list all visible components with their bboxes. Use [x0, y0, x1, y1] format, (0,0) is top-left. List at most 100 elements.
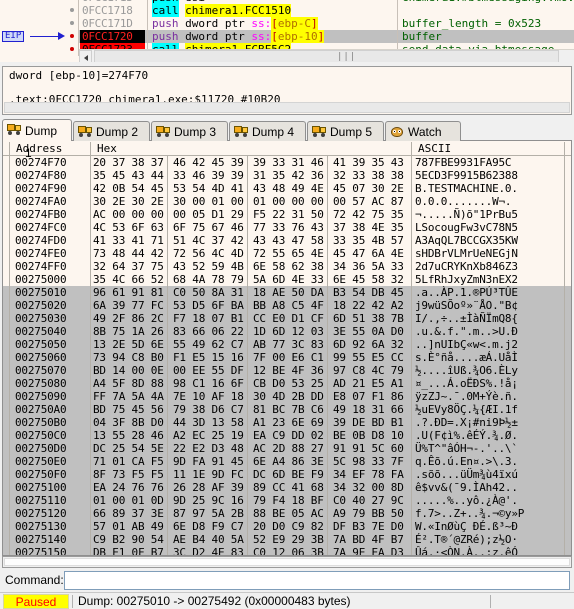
dump-hex-group[interactable]: FF 7A 5A 4A: [93, 390, 164, 403]
scrollbar-thumb[interactable]: |||: [94, 50, 559, 62]
dump-hex-group[interactable]: BE 0B D8 10: [333, 429, 404, 442]
dump-row-address[interactable]: 00275010: [15, 286, 67, 299]
dump-hex-group[interactable]: 7A BD 4F B7: [333, 533, 404, 546]
dump-hex-group[interactable]: 32 33 38 38: [333, 169, 404, 182]
dump-hex-group[interactable]: BD 75 45 56: [93, 403, 164, 416]
dump-hex-group[interactable]: 53 D5 6F BA: [173, 299, 244, 312]
dump-row[interactable]: 00274FC0 4C 53 6F 63 6F 75 67 46 77 33 76 4…: [3, 221, 571, 234]
dump-row[interactable]: 002750F0 8F 73 F5 F5 11 1E 9D FC DC 6D BE F…: [3, 468, 571, 481]
dump-ascii[interactable]: ÿzZJ~.¯.0M+Ýè.ñ.: [415, 390, 518, 403]
dump-hex-group[interactable]: 57 01 AB 49: [93, 520, 164, 533]
dump-ascii[interactable]: 2d7uCRYKnXb846Z3: [415, 260, 518, 273]
dump-row-gutter[interactable]: [3, 442, 12, 455]
dump-horizontal-scrollbar[interactable]: [2, 556, 572, 568]
dump-ascii[interactable]: ¤_...Á.oËÐS%.!å¡: [415, 377, 518, 390]
dump-row[interactable]: 002750A0 BD 75 45 56 79 38 D6 C7 81 BC 7B C…: [3, 403, 571, 416]
tab-dump-3[interactable]: Dump 3: [151, 121, 228, 141]
dump-hex-group[interactable]: DC 6D BE F9: [253, 468, 324, 481]
column-header-hex[interactable]: Hex: [93, 141, 411, 156]
dump-row-address[interactable]: 00275080: [15, 377, 67, 390]
dump-hex-group[interactable]: 18 22 42 A2: [333, 299, 404, 312]
dump-row-gutter[interactable]: [3, 546, 12, 555]
dump-hex-group[interactable]: 35 4C 66 52: [93, 273, 164, 286]
dump-pane[interactable]: Address Hex ASCII 00274F70 20 37 38 37 46 …: [2, 141, 572, 556]
dump-hex-group[interactable]: 52 E9 29 3B: [253, 533, 324, 546]
dump-hex-group[interactable]: 26 28 AF 39: [173, 481, 244, 494]
dump-hex-group[interactable]: AD 21 E5 A1: [333, 377, 404, 390]
dump-hex-group[interactable]: 45 47 6A 4E: [333, 247, 404, 260]
dump-hex-group[interactable]: 3E 55 0A D0: [333, 325, 404, 338]
dump-row[interactable]: 00274F70 20 37 38 37 46 42 45 39 39 33 31 4…: [3, 156, 571, 169]
dump-hex-group[interactable]: 20 D0 C9 82: [253, 520, 324, 533]
dump-ascii[interactable]: q.Êõ.ú.En¤.>\.3.: [415, 455, 518, 468]
dump-row[interactable]: 00275100 EA 24 76 76 26 28 AF 39 89 CC 41 6…: [3, 481, 571, 494]
dump-row[interactable]: 002750B0 04 3F 8B D0 44 3D 13 58 A1 23 6E 6…: [3, 416, 571, 429]
dump-row-gutter[interactable]: [3, 260, 12, 273]
dump-row-gutter[interactable]: [3, 494, 12, 507]
disassembly-pane[interactable]: 0FCC1713push esichimera1.#btmessaging::m…: [0, 0, 574, 62]
dump-hex-group[interactable]: 6E 58 62 38: [253, 260, 324, 273]
dump-ascii[interactable]: .....%..yô.¿À@'.: [415, 494, 518, 507]
dump-hex-group[interactable]: 81 BC 7B C6: [253, 403, 324, 416]
dump-row-gutter[interactable]: [3, 429, 12, 442]
dump-hex-group[interactable]: 6A 39 77 FC: [93, 299, 164, 312]
dump-hex-group[interactable]: 6E A4 86 3E: [253, 455, 324, 468]
instruction-address[interactable]: 0FCC171D: [80, 17, 145, 30]
dump-ascii[interactable]: ê$vv&(¯9.ÌAh42..: [415, 481, 518, 494]
dump-hex-group[interactable]: 20 37 38 37: [93, 156, 164, 169]
dump-row[interactable]: 00275000 35 4C 66 52 68 4A 78 79 5A 6D 4E 3…: [3, 273, 571, 286]
command-input[interactable]: [64, 571, 570, 590]
dump-hex-group[interactable]: 13 55 28 46: [93, 429, 164, 442]
dump-hex-group[interactable]: 6D 92 6A 32: [333, 338, 404, 351]
dump-row-gutter[interactable]: [3, 468, 12, 481]
dump-hex-group[interactable]: 72 42 75 35: [333, 208, 404, 221]
dump-hex-group[interactable]: 97 C8 4C 79: [333, 364, 404, 377]
disassembly-gutter[interactable]: [0, 43, 32, 56]
dump-row-gutter[interactable]: [3, 286, 12, 299]
dump-row-address[interactable]: 00275000: [15, 273, 67, 286]
tab-dump-1[interactable]: Dump 1: [2, 119, 72, 160]
dump-hex-group[interactable]: 89 CC 41 68: [253, 481, 324, 494]
dump-hex-group[interactable]: 9D FA 91 45: [173, 455, 244, 468]
column-header-ascii[interactable]: ASCII: [414, 141, 564, 156]
dump-row[interactable]: 00275140 C9 B2 90 54 AE B4 40 5A 52 E9 29 3…: [3, 533, 571, 546]
disassembly-row[interactable]: EIP 0FCC1720 push dword ptr ss:[ebp-10] buf…: [0, 30, 574, 43]
dump-hex-group[interactable]: A2 EC 25 19: [173, 429, 244, 442]
dump-hex-group[interactable]: 87 97 5A 2B: [173, 507, 244, 520]
instruction-comment[interactable]: buffer: [402, 30, 442, 43]
dump-ascii[interactable]: A3AqQL7BCCGX35KW: [415, 234, 518, 247]
dump-hex-group[interactable]: AC 2D 88 27: [253, 442, 324, 455]
dump-hex-group[interactable]: 31 35 42 36: [253, 169, 324, 182]
dump-hex-group[interactable]: BD 14 00 0E: [93, 364, 164, 377]
dump-hex-group[interactable]: A1 23 6E 69: [253, 416, 324, 429]
dump-row-address[interactable]: 002750E0: [15, 455, 67, 468]
dump-row[interactable]: 002750E0 71 01 CA F5 9D FA 91 45 6E A4 86 3…: [3, 455, 571, 468]
dump-hex-group[interactable]: 79 F4 18 BF: [253, 494, 324, 507]
dump-hex-group[interactable]: 55 49 62 C7: [173, 338, 244, 351]
dump-row[interactable]: 00275130 57 01 AB 49 6E D8 F9 C7 20 D0 C9 8…: [3, 520, 571, 533]
dump-row-gutter[interactable]: [3, 299, 12, 312]
tab-dump-4[interactable]: Dump 4: [229, 121, 306, 141]
dump-row-gutter[interactable]: [3, 182, 12, 195]
dump-ascii[interactable]: ..]nUIbÇ«w<.m.j2: [415, 338, 518, 351]
dump-hex-group[interactable]: 39 33 31 46: [253, 156, 324, 169]
dump-ascii[interactable]: ¬.....Ñ)õ"1PrBu5: [415, 208, 518, 221]
dump-row-gutter[interactable]: [3, 377, 12, 390]
dump-hex-group[interactable]: 1D 6D 12 03: [253, 325, 324, 338]
column-header-address[interactable]: Address: [12, 141, 90, 156]
dump-hex-group[interactable]: 37 38 4E 35: [333, 221, 404, 234]
dump-ascii[interactable]: 0.0.0.......W¬.: [415, 195, 512, 208]
dump-hex-group[interactable]: 42 0B 54 45: [93, 182, 164, 195]
dump-row-gutter[interactable]: [3, 481, 12, 494]
dump-hex-group[interactable]: 73 94 C8 B0: [93, 351, 164, 364]
dump-hex-group[interactable]: 66 89 37 3E: [93, 507, 164, 520]
dump-row-address[interactable]: 00275090: [15, 390, 67, 403]
dump-hex-group[interactable]: 43 43 47 58: [253, 234, 324, 247]
dump-ascii[interactable]: LSocougFw3vC78N5: [415, 221, 518, 234]
dump-hex-group[interactable]: 6E 45 58 32: [333, 273, 404, 286]
dump-hex-group[interactable]: F7 18 07 B1: [173, 312, 244, 325]
dump-row-address[interactable]: 00274FD0: [15, 234, 67, 247]
dump-tabstrip[interactable]: Dump 1 Dump 2 Dump 3 Dump 4 Dump 5 Watch 1: [2, 119, 572, 160]
dump-row[interactable]: 00274F80 35 45 43 44 33 46 39 39 31 35 42 3…: [3, 169, 571, 182]
dump-ascii[interactable]: .?.ÐD=.X¡#ni9Þ½±: [415, 416, 518, 429]
